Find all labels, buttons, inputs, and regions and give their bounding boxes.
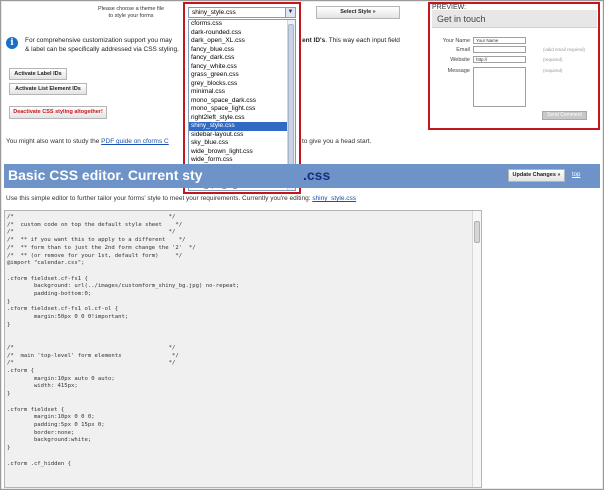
- preview-name-label: Your Name: [442, 38, 470, 44]
- theme-select[interactable]: shiny_style.css ▼: [188, 7, 296, 18]
- preview-send-button[interactable]: Send Comment: [542, 111, 587, 120]
- info-text-line1-end: . This way each input field: [325, 37, 400, 44]
- theme-option[interactable]: shiny_style.css: [189, 122, 295, 131]
- theme-option[interactable]: fancy_white.css: [189, 63, 295, 72]
- theme-option[interactable]: wide_brown_light.css: [189, 148, 295, 157]
- theme-option[interactable]: dark-rounded.css: [189, 29, 295, 38]
- preview-message-note: (required): [543, 68, 563, 73]
- info-text-line1: For comprehensive customization support …: [25, 37, 173, 44]
- theme-option[interactable]: sidebar-layout.css: [189, 131, 295, 140]
- theme-option[interactable]: dark_open_XL.css: [189, 37, 295, 46]
- preview-email-label: Email: [456, 47, 470, 53]
- preview-website-label: Website: [450, 57, 470, 63]
- theme-option[interactable]: right2left_style.css: [189, 114, 295, 123]
- editor-title-file: .css: [303, 167, 331, 183]
- theme-option[interactable]: minimal.css: [189, 88, 295, 97]
- study-text: You might also want to study the PDF gui…: [6, 138, 169, 145]
- activate-list-element-ids-button[interactable]: Activate List Element IDs: [9, 83, 87, 95]
- activate-label-ids-button[interactable]: Activate Label IDs: [9, 68, 67, 80]
- info-bold: ent ID's: [302, 37, 326, 44]
- top-link[interactable]: top: [572, 172, 580, 178]
- update-changes-button[interactable]: Update Changes »: [508, 169, 565, 182]
- chevron-down-icon[interactable]: ▼: [285, 8, 295, 17]
- deactivate-css-button[interactable]: Deactivate CSS styling altogether!: [9, 106, 107, 119]
- prompt-line-1: Please choose a theme file: [97, 6, 165, 12]
- pdf-guide-link[interactable]: PDF guide on cforms C: [101, 138, 169, 145]
- info-text-right: ent ID's. This way each input field: [302, 36, 427, 45]
- editor-intro: Use this simple editor to further tailor…: [6, 195, 356, 202]
- theme-option[interactable]: mono_space_light.css: [189, 105, 295, 114]
- select-style-button[interactable]: Select Style »: [316, 6, 400, 19]
- preview-name-input[interactable]: Your Name: [473, 37, 526, 44]
- theme-chooser-prompt: Please choose a theme file to style your…: [92, 6, 170, 20]
- css-code[interactable]: /* */ /* custom code on top the default …: [7, 214, 239, 468]
- theme-option[interactable]: fancy_dark.css: [189, 54, 295, 63]
- info-text: For comprehensive customization support …: [25, 36, 185, 54]
- study-text-end: to give you a head start.: [302, 138, 372, 145]
- theme-option[interactable]: fancy_blue.css: [189, 46, 295, 55]
- preview-website-note: (required): [543, 57, 563, 62]
- theme-select-value: shiny_style.css: [192, 9, 236, 16]
- info-icon: i: [6, 37, 18, 49]
- editor-intro-text: Use this simple editor to further tailor…: [6, 195, 311, 202]
- study-prefix: You might also want to study the: [6, 138, 100, 145]
- editor-scrollbar[interactable]: [472, 211, 481, 487]
- preview-message-label: Message: [447, 68, 470, 74]
- theme-option[interactable]: mono_space_dark.css: [189, 97, 295, 106]
- info-text-line2: & label can be specifically addressed vi…: [25, 46, 179, 53]
- preview-form-title: Get in touch: [432, 10, 597, 28]
- editor-scrollbar-thumb[interactable]: [474, 221, 480, 243]
- preview-message-textarea[interactable]: [473, 67, 526, 107]
- list-scrollbar-thumb[interactable]: [288, 24, 294, 174]
- css-editor-textarea[interactable]: /* */ /* custom code on top the default …: [4, 210, 482, 488]
- theme-option[interactable]: grass_green.css: [189, 71, 295, 80]
- preview-email-note: (valid email required): [543, 47, 586, 52]
- preview-website-input[interactable]: http://: [473, 56, 526, 63]
- preview-email-input[interactable]: [473, 46, 526, 53]
- editor-current-file-link[interactable]: shiny_style.css: [312, 195, 356, 202]
- theme-option[interactable]: cforms.css: [189, 20, 295, 29]
- theme-option[interactable]: grey_blocks.css: [189, 80, 295, 89]
- prompt-line-2: to style your forms: [108, 13, 154, 19]
- theme-option[interactable]: sky_blue.css: [189, 139, 295, 148]
- editor-title: Basic CSS editor. Current sty: [8, 167, 203, 183]
